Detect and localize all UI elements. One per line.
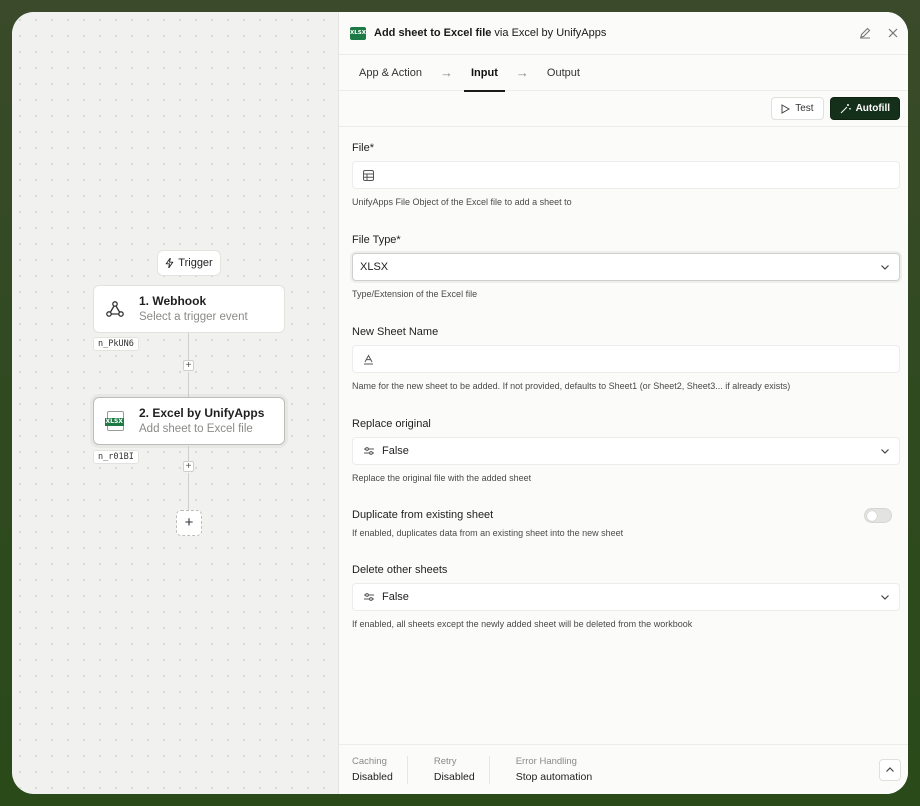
divider — [488, 755, 490, 784]
toggle-options-icon — [364, 447, 374, 455]
delete-other-select[interactable]: False — [352, 583, 900, 611]
test-button[interactable]: Test — [771, 97, 824, 120]
chevron-up-icon — [886, 767, 894, 772]
delete-other-help: If enabled, all sheets except the newly … — [352, 619, 693, 629]
chevron-down-icon — [881, 595, 889, 600]
node-subtitle: Select a trigger event — [139, 310, 248, 323]
arrow-right-icon: → — [440, 65, 453, 80]
text-type-icon — [364, 353, 373, 364]
edit-icon[interactable] — [858, 26, 872, 40]
toggle-options-icon — [364, 593, 374, 601]
delete-other-value: False — [382, 591, 409, 603]
connector-line — [188, 372, 189, 397]
delete-other-label: Delete other sheets — [352, 564, 448, 576]
magic-wand-icon — [840, 104, 851, 114]
table-icon — [363, 169, 374, 181]
close-icon[interactable] — [886, 26, 900, 40]
node-title: 1. Webhook — [139, 293, 207, 308]
arrow-right-icon: → — [515, 65, 529, 80]
replace-original-select[interactable]: False — [352, 437, 900, 465]
new-sheet-name-help: Name for the new sheet to be added. If n… — [352, 381, 791, 391]
node-id-badge: n_PkUN6 — [93, 337, 139, 351]
new-sheet-name-label: New Sheet Name — [352, 326, 439, 338]
tab-output[interactable]: Output — [543, 55, 584, 91]
chevron-down-icon — [881, 449, 889, 454]
file-input[interactable] — [352, 161, 900, 189]
panel-toolbar: Test Autofill — [339, 91, 908, 127]
node-webhook[interactable]: 1. Webhook Select a trigger event — [93, 285, 285, 333]
expand-footer-button[interactable] — [879, 759, 901, 781]
xlsx-file-icon: XLSX — [104, 410, 126, 432]
autofill-button[interactable]: Autofill — [829, 97, 900, 120]
connector-line — [188, 473, 189, 510]
duplicate-help: If enabled, duplicates data from an exis… — [352, 528, 624, 538]
tab-input[interactable]: Input — [464, 55, 505, 92]
node-subtitle: Add sheet to Excel file — [139, 422, 253, 435]
node-id-badge: n_r01BI — [93, 450, 139, 464]
file-label: File* — [352, 142, 375, 154]
replace-original-label: Replace original — [352, 418, 431, 430]
step-tabs: App & Action → Input → Output — [339, 55, 908, 92]
replace-original-value: False — [382, 445, 409, 457]
play-icon — [781, 103, 791, 114]
retry-setting[interactable]: Retry Disabled — [434, 756, 475, 783]
panel-header: XLSX Add sheet to Excel file via Excel b… — [339, 12, 908, 55]
panel-footer: Caching Disabled Retry Disabled Error Ha… — [339, 744, 908, 794]
file-type-label: File Type* — [352, 234, 401, 246]
file-type-help: Type/Extension of the Excel file — [352, 289, 478, 299]
chevron-down-icon — [881, 265, 889, 270]
workflow-canvas[interactable]: Trigger 1. Webhook Select a trigger even… — [12, 12, 338, 794]
divider — [406, 755, 408, 784]
file-type-value: XLSX — [360, 261, 389, 273]
replace-original-help: Replace the original file with the added… — [352, 473, 532, 483]
add-step-button[interactable]: + — [183, 461, 194, 472]
add-step-button[interactable]: + — [183, 360, 194, 371]
input-form: File* UnifyApps File Object of the Excel… — [339, 142, 908, 629]
tab-app-action[interactable]: App & Action — [355, 55, 426, 91]
config-panel: XLSX Add sheet to Excel file via Excel b… — [338, 12, 908, 794]
trigger-label: Trigger — [178, 257, 213, 269]
trigger-pill[interactable]: Trigger — [157, 250, 221, 276]
connector-line — [188, 446, 189, 461]
file-type-select[interactable]: XLSX — [352, 253, 900, 281]
node-excel[interactable]: XLSX 2. Excel by UnifyApps Add sheet to … — [93, 397, 285, 445]
panel-title: Add sheet to Excel file via Excel by Uni… — [374, 27, 607, 39]
duplicate-label: Duplicate from existing sheet — [352, 509, 494, 521]
excel-app-icon: XLSX — [350, 26, 366, 40]
caching-setting[interactable]: Caching Disabled — [352, 756, 393, 783]
add-node-button[interactable]: + — [176, 510, 202, 536]
new-sheet-name-input[interactable] — [352, 345, 900, 373]
lightning-icon — [165, 258, 174, 268]
connector-line — [188, 333, 189, 361]
webhook-icon — [104, 298, 126, 320]
file-help: UnifyApps File Object of the Excel file … — [352, 197, 572, 207]
node-title: 2. Excel by UnifyApps — [139, 405, 265, 420]
error-handling-setting[interactable]: Error Handling Stop automation — [516, 756, 592, 783]
duplicate-toggle[interactable] — [864, 508, 892, 523]
app-frame: Trigger 1. Webhook Select a trigger even… — [12, 12, 908, 794]
